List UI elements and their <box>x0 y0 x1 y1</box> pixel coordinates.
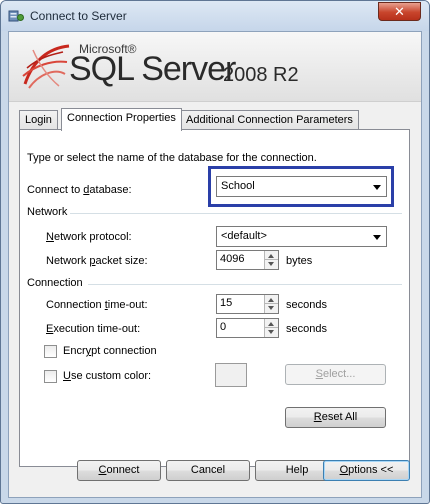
options-button[interactable]: Options << <box>323 460 410 481</box>
window-title: Connect to Server <box>30 9 127 23</box>
execution-timeout-value: 0 <box>220 321 227 333</box>
product-name: SQL Server <box>69 50 236 88</box>
close-button[interactable]: ✕ <box>378 2 421 21</box>
network-group-label: Network <box>27 206 68 218</box>
stepper-buttons[interactable] <box>264 251 278 269</box>
protocol-label: Network protocol: <box>46 231 132 243</box>
connection-divider <box>88 284 402 285</box>
chevron-down-icon[interactable] <box>373 185 381 190</box>
tab-login[interactable]: Login <box>19 110 58 130</box>
server-connect-icon <box>8 10 24 22</box>
connection-timeout-value: 15 <box>220 297 233 309</box>
chevron-down-icon[interactable] <box>373 235 381 240</box>
instruction-text: Type or select the name of the database … <box>27 152 317 164</box>
arrow-up-icon[interactable] <box>268 322 274 326</box>
network-divider <box>70 213 402 214</box>
custom-color-swatch <box>215 363 247 387</box>
custom-color-label[interactable]: Use custom color: <box>63 370 151 382</box>
product-version: 2008 R2 <box>223 64 299 86</box>
arrow-down-icon[interactable] <box>268 262 274 266</box>
arrow-down-icon[interactable] <box>268 330 274 334</box>
encrypt-connection-label[interactable]: Encrypt connection <box>63 345 157 357</box>
custom-color-checkbox[interactable] <box>44 370 57 383</box>
packet-size-stepper[interactable]: 4096 <box>216 250 279 270</box>
connection-timeout-label: Connection time-out: <box>46 299 148 311</box>
encrypt-connection-checkbox[interactable] <box>44 345 57 358</box>
connection-timeout-unit: seconds <box>286 299 327 311</box>
packet-size-unit: bytes <box>286 255 313 267</box>
cancel-button[interactable]: Cancel <box>166 460 250 481</box>
dialog-body: Microsoft® SQL Server 2008 R2 Login Conn… <box>8 31 422 498</box>
arrow-down-icon[interactable] <box>268 306 274 310</box>
connection-group-label: Connection <box>27 277 83 289</box>
product-banner: Microsoft® SQL Server 2008 R2 <box>9 32 421 102</box>
database-combobox[interactable]: School <box>216 176 387 197</box>
execution-timeout-unit: seconds <box>286 323 327 335</box>
database-label: Connect to database: <box>27 184 132 196</box>
network-protocol-combobox[interactable]: <default> <box>216 226 387 247</box>
packet-size-label: Network packet size: <box>46 255 148 267</box>
tab-connection-properties[interactable]: Connection Properties <box>61 108 182 131</box>
arrow-up-icon[interactable] <box>268 254 274 258</box>
title-bar[interactable]: Connect to Server ✕ <box>1 1 429 31</box>
tab-additional-connection-parameters[interactable]: Additional Connection Parameters <box>180 110 359 130</box>
sql-server-logo-icon <box>22 44 70 89</box>
arrow-up-icon[interactable] <box>268 298 274 302</box>
connection-properties-panel: Type or select the name of the database … <box>19 129 410 467</box>
select-color-button[interactable]: Select... <box>285 364 386 385</box>
execution-timeout-stepper[interactable]: 0 <box>216 318 279 338</box>
connection-timeout-stepper[interactable]: 15 <box>216 294 279 314</box>
database-value: School <box>221 180 255 192</box>
connect-dialog: Connect to Server ✕ Microsoft® SQL Serve… <box>0 0 430 504</box>
stepper-buttons[interactable] <box>264 319 278 337</box>
packet-size-value: 4096 <box>220 253 245 265</box>
protocol-value: <default> <box>221 230 267 242</box>
reset-all-button[interactable]: Reset All <box>285 407 386 428</box>
stepper-buttons[interactable] <box>264 295 278 313</box>
execution-timeout-label: Execution time-out: <box>46 323 141 335</box>
connect-button[interactable]: Connect <box>77 460 161 481</box>
